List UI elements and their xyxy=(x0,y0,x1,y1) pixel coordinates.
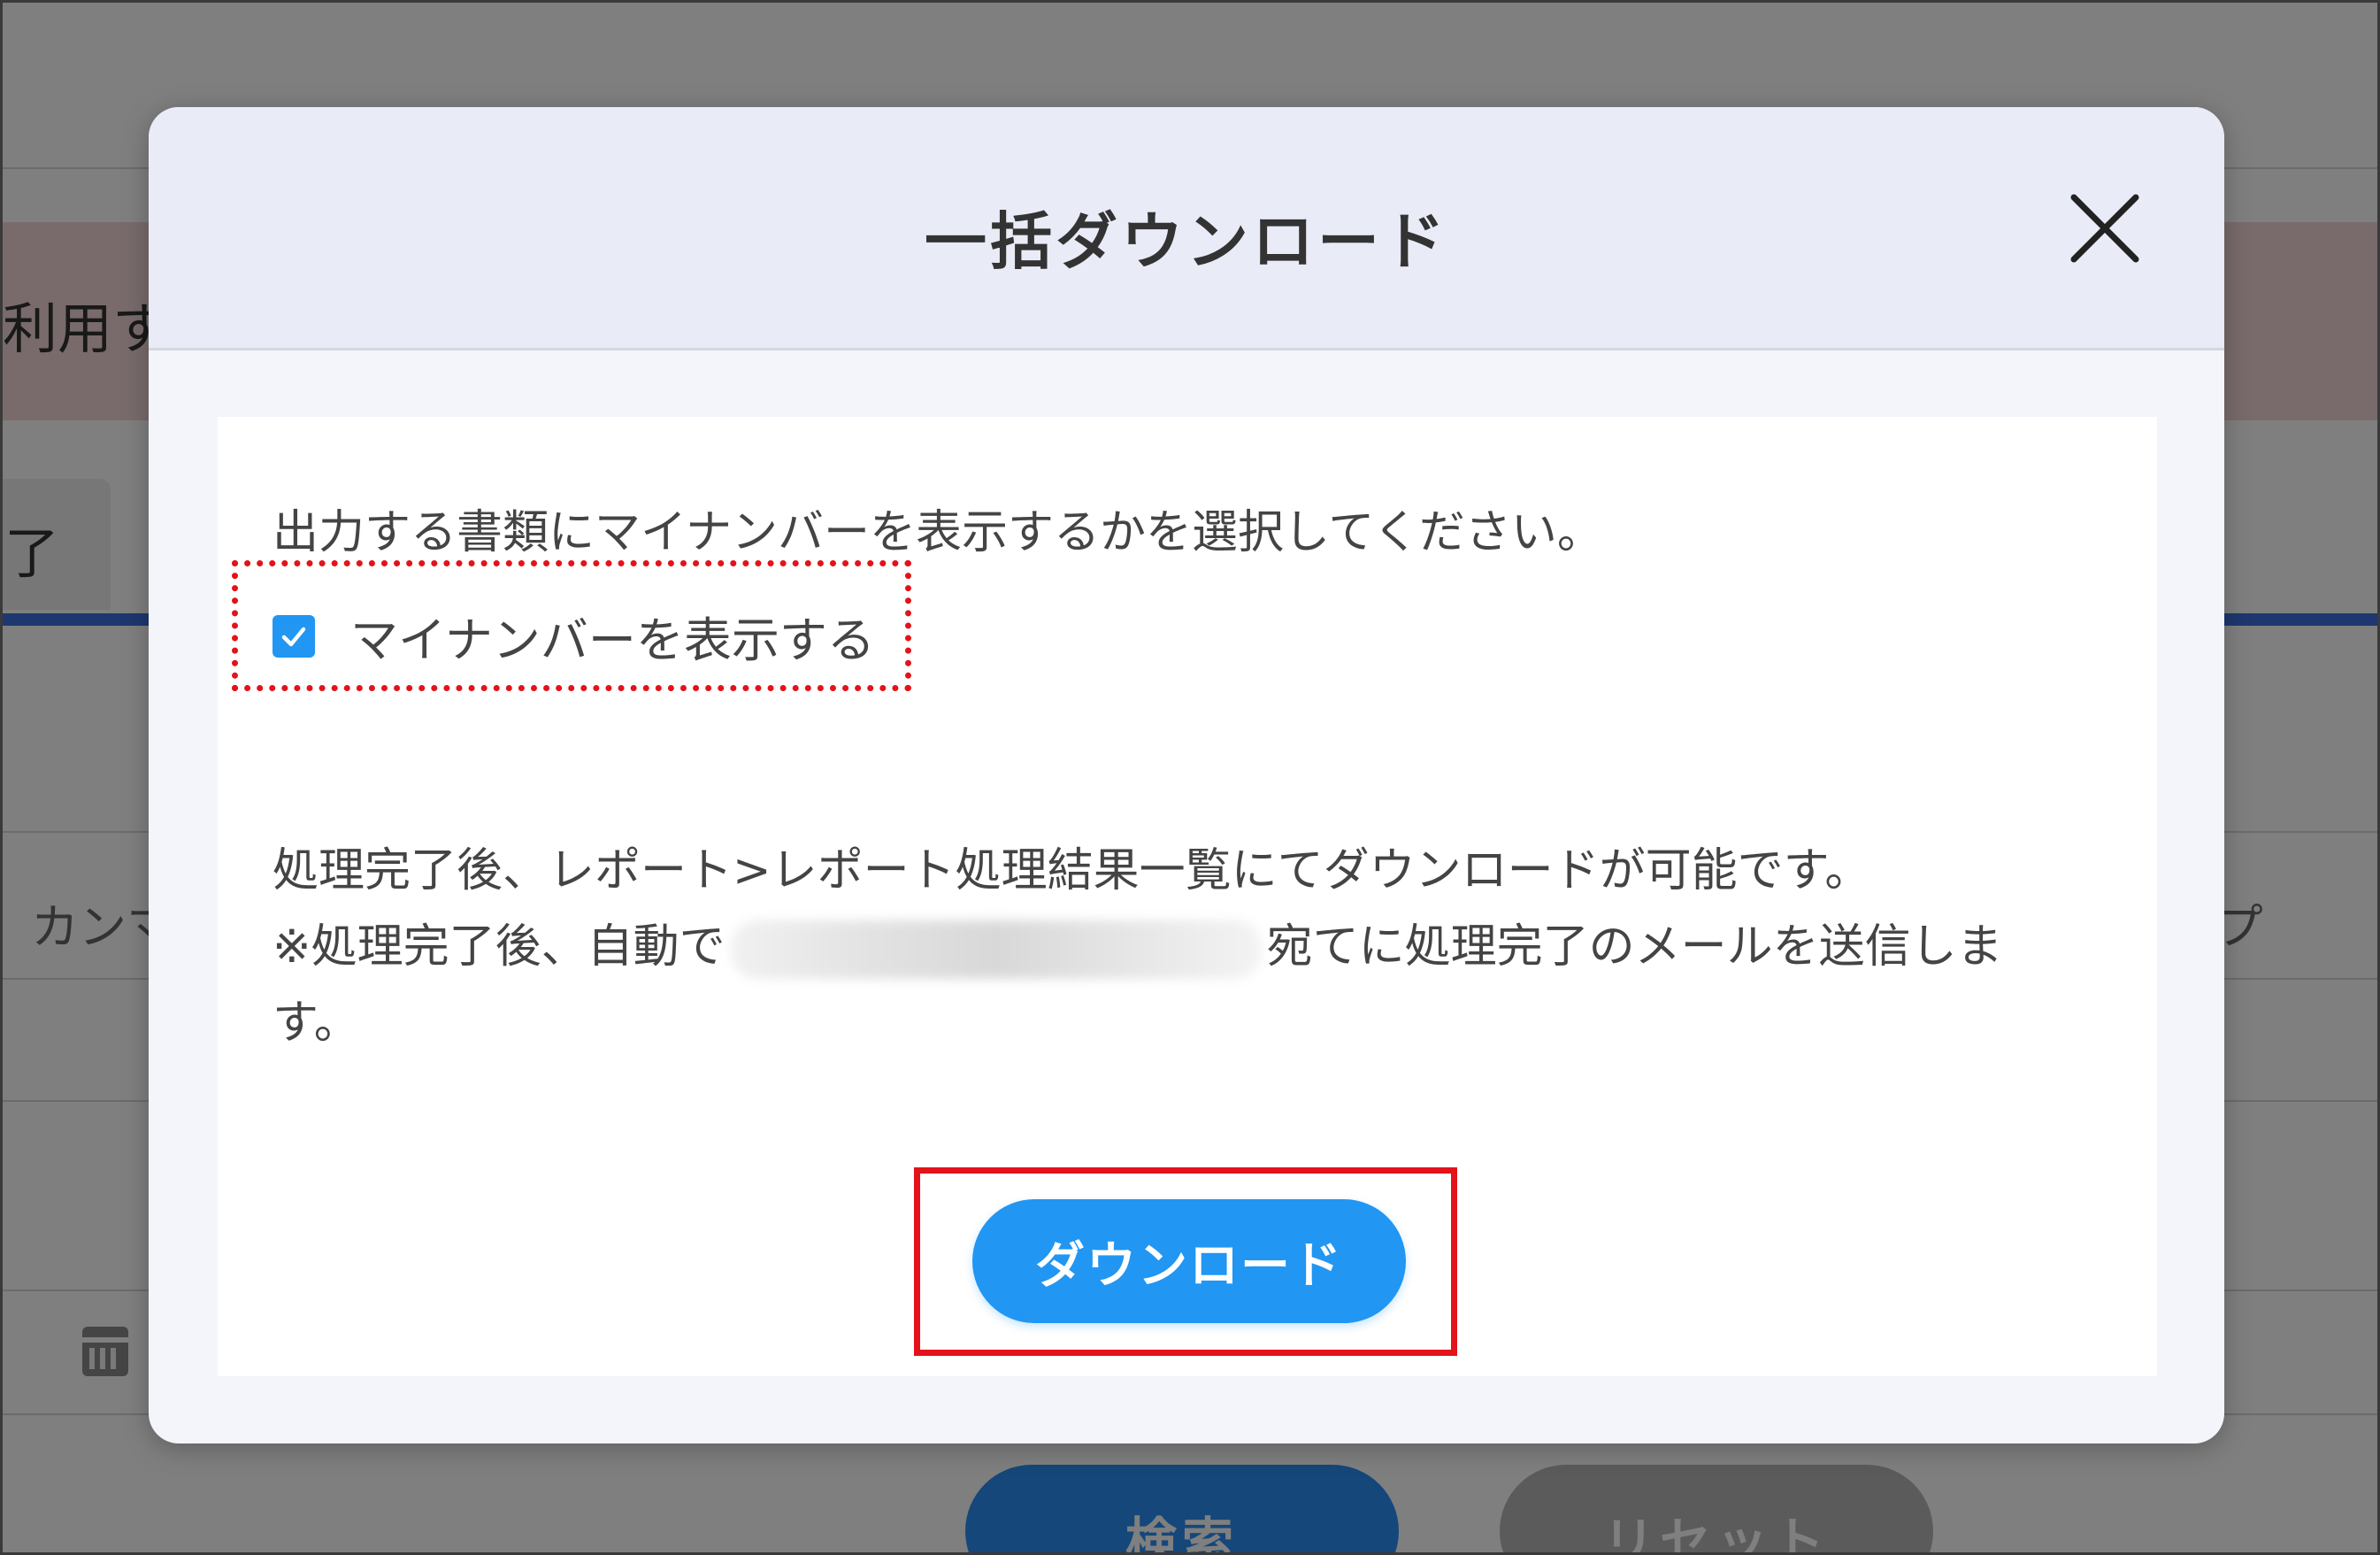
modal-header: 一括ダウンロード xyxy=(149,107,2224,350)
info-text: 処理完了後、レポート>レポート処理結果一覧にてダウンロードが可能です。 ※処理完… xyxy=(273,833,2095,1061)
highlight-dotted-box xyxy=(232,560,911,691)
info-line-2-suffix: 宛てに処理完了のメールを送信しま xyxy=(1266,920,2003,974)
close-button[interactable] xyxy=(2067,190,2143,266)
redacted-email xyxy=(730,920,1262,979)
close-icon xyxy=(2070,194,2139,263)
highlight-solid-box xyxy=(914,1167,1457,1356)
info-line-2: ※処理完了後、自動で 宛てに処理完了のメールを送信しま xyxy=(273,909,2095,985)
modal-title: 一括ダウンロード xyxy=(925,205,1448,278)
info-line-1: 処理完了後、レポート>レポート処理結果一覧にてダウンロードが可能です。 xyxy=(273,844,1871,897)
info-line-3: す。 xyxy=(273,997,360,1050)
info-line-2-prefix: ※処理完了後、自動で xyxy=(273,920,726,974)
modal-description: 出力する書類にマイナンバーを表示するかを選択してください。 xyxy=(273,506,1603,559)
screenshot-frame: 利用す 了 カンマ ープ 検索 リセット 一括ダウンロード 出力する書類にマイナ… xyxy=(0,0,2380,1555)
